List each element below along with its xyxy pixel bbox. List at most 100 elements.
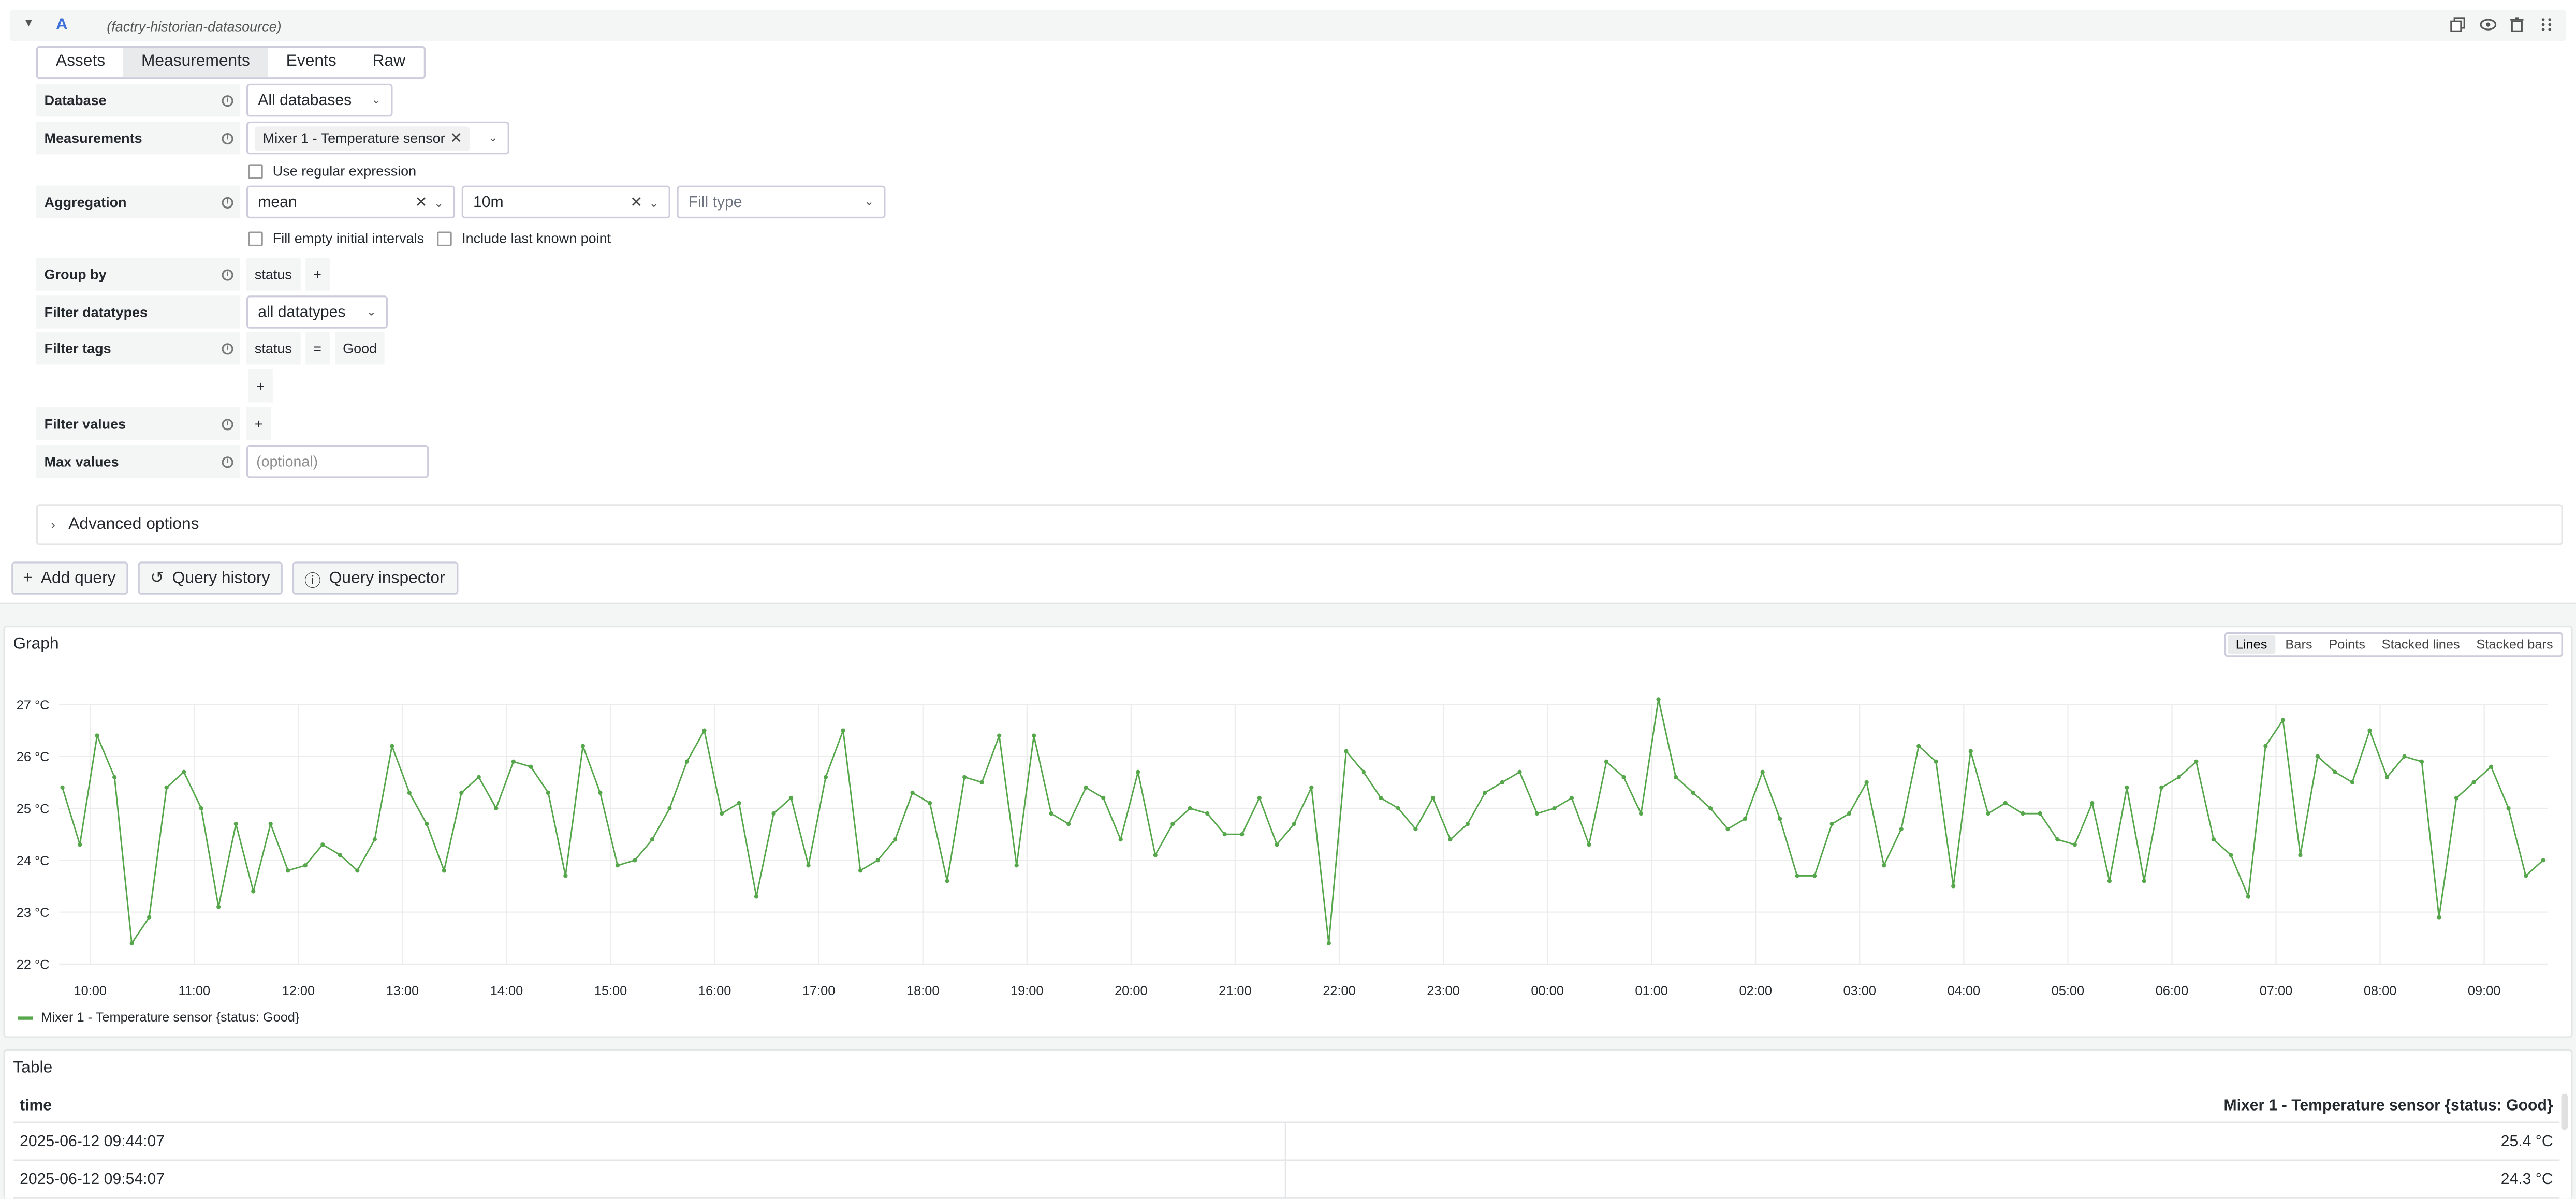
info-icon[interactable]: i	[222, 196, 233, 208]
data-point	[1673, 775, 1678, 779]
group-by-add-button[interactable]: +	[305, 258, 330, 291]
data-point	[372, 837, 377, 842]
use-regex-checkbox[interactable]: Use regular expression	[248, 162, 416, 179]
include-last-checkbox[interactable]: Include last known point	[437, 230, 611, 246]
data-point	[1587, 842, 1591, 847]
query-actions: + Add query ↺ Query history ⓘ Query inspect…	[11, 561, 459, 595]
info-icon[interactable]: i	[222, 132, 233, 144]
database-value: All databases	[258, 91, 352, 110]
data-point	[1118, 837, 1123, 842]
filter-datatypes-select[interactable]: all datatypes ⌄	[246, 295, 388, 329]
data-point	[910, 790, 915, 795]
clear-icon[interactable]: ✕	[415, 193, 428, 210]
table-scrollbar[interactable]	[2561, 1093, 2568, 1130]
filter-tags-label: Filter tags i	[36, 332, 240, 365]
data-point	[286, 868, 290, 873]
mode-lines[interactable]: Lines	[2227, 635, 2276, 654]
data-point	[2471, 780, 2476, 784]
checkbox-box[interactable]	[437, 230, 452, 246]
filter-tags-add-button[interactable]: +	[248, 369, 273, 403]
group-by-tag[interactable]: status	[246, 258, 300, 291]
info-icon[interactable]: i	[222, 268, 233, 280]
x-tick-label: 19:00	[1011, 984, 1044, 998]
tab-events[interactable]: Events	[268, 48, 355, 77]
column-header-time[interactable]: time	[20, 1097, 52, 1115]
aggregation-interval-select[interactable]: 10m ✕ ⌄	[461, 185, 670, 219]
data-point	[1430, 795, 1436, 801]
data-point	[407, 790, 412, 795]
data-point	[1691, 790, 1695, 795]
x-tick-label: 11:00	[178, 984, 210, 998]
checkbox-box[interactable]	[248, 230, 263, 246]
clear-icon[interactable]: ✕	[630, 193, 642, 210]
x-tick-label: 06:00	[2156, 984, 2189, 998]
data-point	[1725, 826, 1730, 832]
measurements-select[interactable]: Mixer 1 - Temperature sensor ✕ ⌄	[246, 121, 509, 155]
checkbox-box[interactable]	[248, 163, 263, 179]
drag-handle-icon[interactable]	[2537, 15, 2556, 35]
trash-icon[interactable]	[2507, 15, 2527, 35]
info-icon[interactable]: i	[222, 94, 233, 106]
data-point	[2350, 780, 2355, 784]
y-tick-label: 22 °C	[17, 957, 50, 972]
tab-raw[interactable]: Raw	[355, 48, 423, 77]
graph-panel: 27 °C 26 °C 25 °C 24 °C 23 °C 22 °C 10:00 11:00…	[3, 626, 2573, 1038]
duplicate-icon[interactable]	[2448, 15, 2468, 35]
fill-type-placeholder: Fill type	[688, 193, 742, 211]
fill-empty-label: Fill empty initial intervals	[272, 230, 425, 247]
column-header-value[interactable]: Mixer 1 - Temperature sensor {status: Go…	[2224, 1097, 2553, 1115]
mode-stacked-bars[interactable]: Stacked bars	[2468, 634, 2562, 655]
x-tick-label: 12:00	[282, 984, 315, 998]
add-query-button[interactable]: + Add query	[11, 561, 129, 595]
query-history-button[interactable]: ↺ Query history	[138, 561, 283, 595]
mode-stacked-lines[interactable]: Stacked lines	[2374, 634, 2468, 655]
y-tick-label: 26 °C	[17, 750, 50, 764]
remove-icon[interactable]: ✕	[450, 129, 462, 147]
data-point	[2280, 718, 2286, 722]
info-icon[interactable]: i	[222, 455, 233, 467]
filter-tag-value[interactable]: Good	[334, 332, 386, 365]
fill-empty-checkbox[interactable]: Fill empty initial intervals	[248, 230, 424, 246]
data-point	[1465, 821, 1470, 826]
data-point	[615, 863, 620, 868]
advanced-options-toggle[interactable]: › Advanced options	[36, 504, 2563, 545]
filter-values-add-button[interactable]: +	[246, 407, 271, 440]
data-point	[2107, 879, 2112, 883]
chart-legend[interactable]: Mixer 1 - Temperature sensor {status: Go…	[18, 1010, 299, 1025]
data-point	[1326, 941, 1331, 945]
data-point	[1344, 749, 1349, 753]
info-icon[interactable]: i	[222, 342, 233, 354]
database-select[interactable]: All databases ⌄	[246, 83, 393, 117]
data-point	[754, 894, 759, 899]
query-inspector-button[interactable]: ⓘ Query inspector	[292, 561, 459, 595]
info-icon[interactable]: i	[222, 418, 233, 430]
x-tick-label: 20:00	[1115, 984, 1148, 998]
data-point	[2038, 811, 2042, 816]
data-point	[2211, 837, 2216, 842]
data-point	[2229, 853, 2233, 857]
query-ref-id[interactable]: A	[56, 17, 68, 35]
cell-time: 2025-06-12 09:54:07	[13, 1161, 1286, 1197]
aggregation-function-select[interactable]: mean ✕ ⌄	[246, 185, 456, 219]
info-circle-icon: ⓘ	[304, 572, 321, 590]
cell-value: 24.3 °C	[2500, 1170, 2553, 1189]
data-point	[1448, 837, 1453, 842]
tab-measurements[interactable]: Measurements	[123, 48, 268, 78]
max-values-input[interactable]: (optional)	[246, 445, 429, 478]
fill-type-select[interactable]: Fill type ⌄	[677, 185, 886, 219]
filter-tag-operator[interactable]: =	[305, 332, 330, 365]
data-point	[667, 806, 672, 811]
tab-assets[interactable]: Assets	[38, 48, 123, 77]
data-point	[979, 780, 984, 784]
mode-points[interactable]: Points	[2320, 634, 2373, 655]
data-point	[164, 785, 169, 790]
chevron-down-icon: ⌄	[649, 198, 659, 210]
eye-icon[interactable]	[2478, 15, 2497, 35]
collapse-chevron-icon[interactable]: ▼	[23, 18, 34, 29]
x-tick-label: 18:00	[906, 984, 940, 998]
query-editor: ▼ A (factry-historian-datasource) Assets	[0, 0, 2576, 604]
data-point	[719, 811, 724, 816]
mode-bars[interactable]: Bars	[2277, 634, 2321, 655]
aggregation-row: Aggregation i mean ✕ ⌄ 10m ✕ ⌄ Fill type ⌄	[36, 185, 886, 219]
filter-tag-key[interactable]: status	[246, 332, 300, 365]
